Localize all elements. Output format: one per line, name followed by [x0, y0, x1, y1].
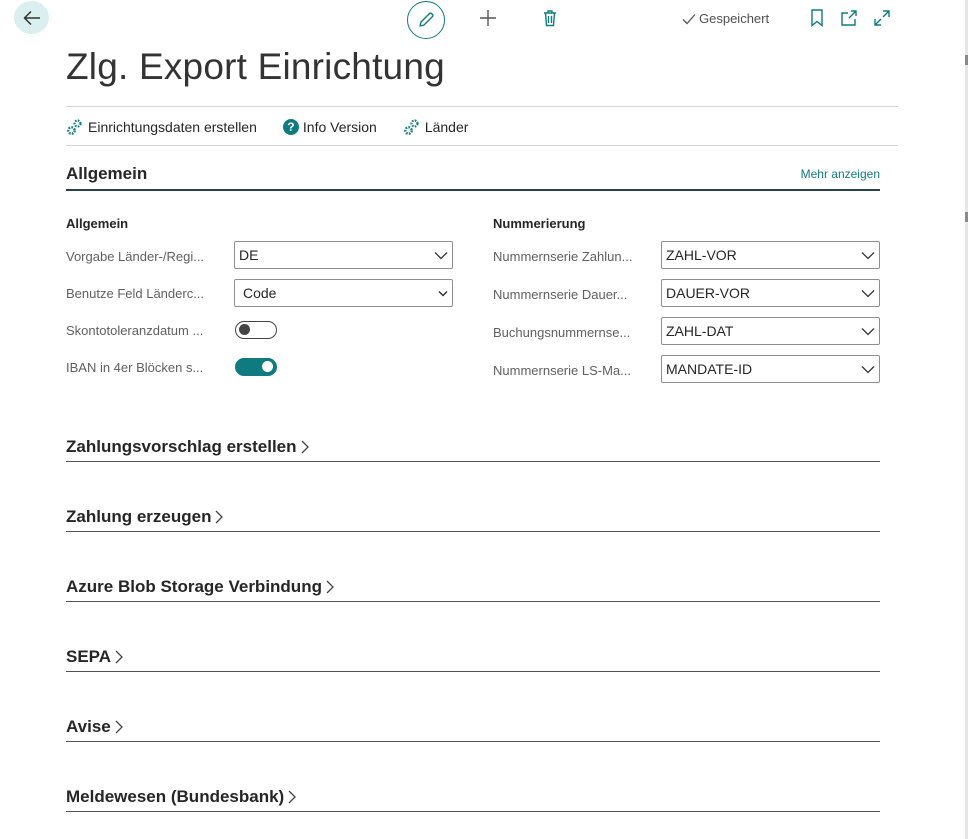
group-numbering-label: Nummerierung: [493, 216, 586, 231]
toggle-knob: [262, 361, 273, 372]
payment-proposal-series-select[interactable]: ZAHL-VOR: [661, 241, 880, 269]
bookmark-icon: [811, 9, 823, 27]
field-label-default-country: Vorgabe Länder-/Regi...: [66, 249, 205, 264]
action-create-setup-data[interactable]: Einrichtungsdaten erstellen: [66, 118, 257, 136]
section-title: Zahlung erzeugen: [66, 507, 212, 526]
section-sepa: SEPA: [66, 647, 880, 672]
field-label-posting-number-series: Buchungsnummernse...: [493, 325, 631, 340]
section-general: Allgemein Mehr anzeigen: [66, 164, 880, 191]
chevron-down-icon: [861, 289, 875, 297]
checkmark-icon: [682, 13, 696, 24]
chevron-right-icon: [301, 440, 309, 454]
toggle-knob: [239, 324, 250, 335]
action-info-version-label: Info Version: [302, 119, 377, 135]
plus-icon: [480, 10, 496, 26]
chevron-right-icon: [326, 580, 334, 594]
section-payment-proposal-header[interactable]: Zahlungsvorschlag erstellen: [66, 437, 310, 457]
section-advice: Avise: [66, 717, 880, 742]
section-title: SEPA: [66, 647, 112, 666]
posting-number-series-value: ZAHL-DAT: [666, 323, 734, 339]
pencil-icon: [419, 12, 434, 27]
section-create-payment: Zahlung erzeugen: [66, 507, 880, 532]
country-code-field-value: Code: [243, 285, 277, 301]
payment-proposal-series-value: ZAHL-VOR: [666, 247, 737, 263]
show-more-link[interactable]: Mehr anzeigen: [801, 167, 880, 181]
page-title: Zlg. Export Einrichtung: [66, 46, 445, 87]
section-reporting-bundesbank: Meldewesen (Bundesbank): [66, 787, 880, 812]
field-label-standing-order-series: Nummernserie Dauer...: [493, 287, 628, 302]
section-azure-blob-storage-header[interactable]: Azure Blob Storage Verbindung: [66, 577, 335, 597]
default-country-value: DE: [239, 247, 259, 263]
section-title: Azure Blob Storage Verbindung: [66, 577, 322, 596]
section-payment-proposal: Zahlungsvorschlag erstellen: [66, 437, 880, 462]
gears-icon: [403, 119, 419, 135]
new-button[interactable]: [477, 7, 499, 29]
iban-blocks-toggle[interactable]: [235, 358, 277, 376]
section-sepa-header[interactable]: SEPA: [66, 647, 124, 667]
chevron-down-icon: [434, 251, 448, 259]
section-advice-header[interactable]: Avise: [66, 717, 124, 737]
direct-debit-mandate-series-select[interactable]: MANDATE-ID: [661, 355, 880, 383]
section-azure-blob-storage: Azure Blob Storage Verbindung: [66, 577, 880, 602]
action-info-version[interactable]: ? Info Version: [282, 119, 377, 135]
gears-icon: [67, 119, 82, 135]
posting-number-series-select[interactable]: ZAHL-DAT: [661, 317, 880, 345]
open-in-new-window-icon: [841, 10, 857, 26]
section-title: Zahlungsvorschlag erstellen: [66, 437, 297, 456]
standing-order-series-value: DAUER-VOR: [666, 285, 751, 301]
discount-tolerance-date-toggle[interactable]: [235, 321, 277, 339]
section-general-title[interactable]: Allgemein: [66, 164, 147, 184]
field-label-iban-blocks: IBAN in 4er Blöcken s...: [66, 360, 204, 375]
chevron-down-icon: [438, 290, 448, 297]
edit-button[interactable]: [407, 1, 445, 39]
field-label-discount-tolerance-date: Skontotoleranzdatum ...: [66, 323, 204, 338]
default-country-select[interactable]: DE: [234, 241, 453, 269]
divider: [66, 106, 898, 107]
section-title: Avise: [66, 717, 111, 736]
section-reporting-bundesbank-header[interactable]: Meldewesen (Bundesbank): [66, 787, 297, 807]
saved-status: Gespeichert: [682, 11, 769, 26]
field-label-payment-proposal-series: Nummernserie Zahlun...: [493, 249, 633, 264]
group-general-label: Allgemein: [66, 216, 129, 231]
chevron-down-icon: [861, 327, 875, 335]
chevron-down-icon: [861, 365, 875, 373]
chevron-right-icon: [288, 790, 297, 804]
question-icon: ?: [282, 119, 299, 135]
divider: [66, 145, 898, 146]
action-countries[interactable]: Länder: [403, 118, 469, 136]
action-create-setup-data-label: Einrichtungsdaten erstellen: [88, 119, 257, 135]
chevron-right-icon: [216, 510, 224, 524]
popout-button[interactable]: [840, 9, 858, 27]
expand-button[interactable]: [873, 9, 891, 27]
bookmark-button[interactable]: [810, 9, 826, 29]
chevron-right-icon: [115, 650, 123, 664]
promoted-actions: Einrichtungsdaten erstellen ? Info Versi…: [66, 117, 494, 137]
saved-status-label: Gespeichert: [699, 11, 770, 26]
field-label-country-code-field: Benutze Feld Länderc...: [66, 286, 205, 301]
country-code-field-select[interactable]: Code: [234, 279, 453, 307]
expand-icon: [874, 10, 890, 26]
section-title: Meldewesen (Bundesbank): [66, 787, 285, 806]
trash-icon: [544, 10, 556, 27]
delete-button[interactable]: [539, 7, 561, 29]
field-label-direct-debit-mandate-series: Nummernserie LS-Ma...: [493, 363, 631, 378]
standing-order-series-select[interactable]: DAUER-VOR: [661, 279, 880, 307]
section-create-payment-header[interactable]: Zahlung erzeugen: [66, 507, 224, 527]
action-bar: Gespeichert: [0, 0, 968, 40]
direct-debit-mandate-series-value: MANDATE-ID: [666, 361, 753, 377]
chevron-right-icon: [115, 720, 123, 734]
chevron-down-icon: [861, 251, 875, 259]
action-countries-label: Länder: [424, 119, 469, 135]
